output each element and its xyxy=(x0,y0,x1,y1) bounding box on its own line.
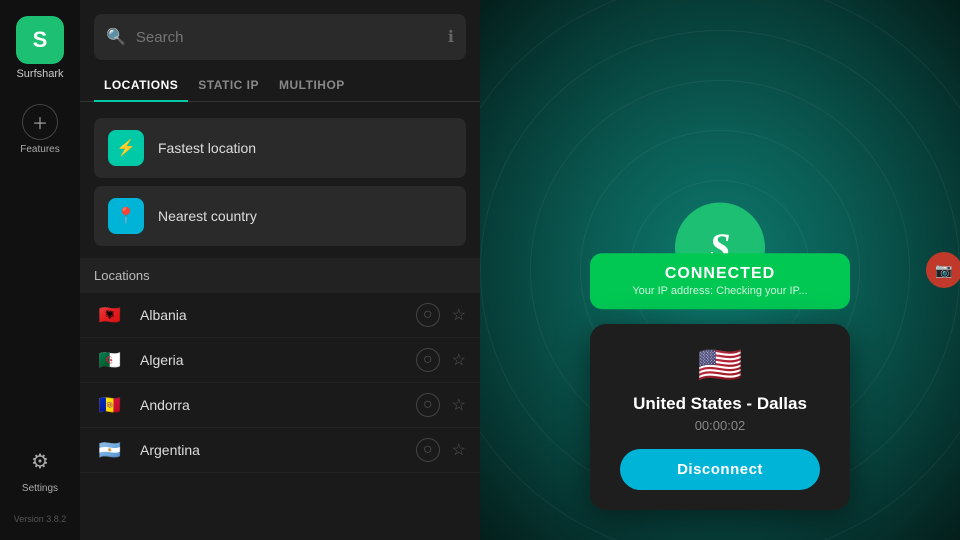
locations-section-header: Locations xyxy=(80,258,480,293)
argentina-actions: ○ ☆ xyxy=(416,438,466,462)
features-label: Features xyxy=(20,144,59,155)
right-panel: S CONNECTED Your IP address: Checking yo… xyxy=(480,0,960,540)
left-panel: 🔍 ℹ LOCATIONS STATIC IP MULTIHOP ⚡ Faste… xyxy=(80,0,480,540)
algeria-flag: 🇩🇿 xyxy=(94,348,126,372)
features-icon: ＋ xyxy=(22,104,58,140)
sidebar-item-settings[interactable]: ⚙ Settings xyxy=(22,443,58,494)
algeria-actions: ○ ☆ xyxy=(416,348,466,372)
settings-label: Settings xyxy=(22,483,58,494)
version-text: Version 3.8.2 xyxy=(14,514,67,524)
argentina-connect-btn[interactable]: ○ xyxy=(416,438,440,462)
andorra-flag: 🇦🇩 xyxy=(94,393,126,417)
search-icon: 🔍 xyxy=(106,27,126,47)
info-icon[interactable]: ℹ xyxy=(448,27,454,47)
andorra-actions: ○ ☆ xyxy=(416,393,466,417)
disconnect-button[interactable]: Disconnect xyxy=(620,449,820,490)
fastest-label: Fastest location xyxy=(158,140,256,156)
albania-name: Albania xyxy=(140,307,416,323)
argentina-name: Argentina xyxy=(140,442,416,458)
connected-sub: Your IP address: Checking your IP... xyxy=(630,285,810,297)
algeria-name: Algeria xyxy=(140,352,416,368)
argentina-flag: 🇦🇷 xyxy=(94,438,126,462)
algeria-connect-btn[interactable]: ○ xyxy=(416,348,440,372)
andorra-connect-btn[interactable]: ○ xyxy=(416,393,440,417)
connection-popup: 🇺🇸 United States - Dallas 00:00:02 Disco… xyxy=(590,324,850,510)
country-list: 🇦🇱 Albania ○ ☆ 🇩🇿 Algeria ○ ☆ 🇦🇩 Andorra… xyxy=(80,293,480,540)
tab-static-ip[interactable]: STATIC IP xyxy=(188,70,269,102)
side-button[interactable]: 📷 xyxy=(926,252,960,288)
search-bar: 🔍 ℹ xyxy=(94,14,466,60)
albania-flag: 🇦🇱 xyxy=(94,303,126,327)
tab-multihop[interactable]: MULTIHOP xyxy=(269,70,355,102)
list-item[interactable]: 🇦🇷 Argentina ○ ☆ xyxy=(80,428,480,473)
albania-star-btn[interactable]: ☆ xyxy=(452,305,466,325)
list-item[interactable]: 🇦🇱 Albania ○ ☆ xyxy=(80,293,480,338)
settings-icon: ⚙ xyxy=(22,443,58,479)
popup-timer: 00:00:02 xyxy=(620,418,820,433)
connected-status: CONNECTED xyxy=(630,265,810,283)
albania-actions: ○ ☆ xyxy=(416,303,466,327)
tab-locations[interactable]: LOCATIONS xyxy=(94,70,188,102)
list-item[interactable]: 🇦🇩 Andorra ○ ☆ xyxy=(80,383,480,428)
argentina-star-btn[interactable]: ☆ xyxy=(452,440,466,460)
andorra-name: Andorra xyxy=(140,397,416,413)
list-item[interactable]: 🇩🇿 Algeria ○ ☆ xyxy=(80,338,480,383)
nearest-icon: 📍 xyxy=(108,198,144,234)
fastest-location-option[interactable]: ⚡ Fastest location xyxy=(94,118,466,178)
sidebar: S Surfshark ＋ Features ⚙ Settings Versio… xyxy=(0,0,80,540)
search-input[interactable] xyxy=(136,29,448,46)
tabs-bar: LOCATIONS STATIC IP MULTIHOP xyxy=(80,70,480,102)
sidebar-settings-section: ⚙ Settings Version 3.8.2 xyxy=(14,443,67,524)
app-logo: S xyxy=(16,16,64,64)
app-name: Surfshark xyxy=(16,68,63,80)
nearest-country-option[interactable]: 📍 Nearest country xyxy=(94,186,466,246)
nearest-label: Nearest country xyxy=(158,208,257,224)
albania-connect-btn[interactable]: ○ xyxy=(416,303,440,327)
connected-banner: CONNECTED Your IP address: Checking your… xyxy=(590,253,850,309)
fastest-icon: ⚡ xyxy=(108,130,144,166)
popup-country: United States - Dallas xyxy=(620,394,820,414)
popup-flag: 🇺🇸 xyxy=(620,344,820,386)
side-btn-icon: 📷 xyxy=(935,262,952,279)
algeria-star-btn[interactable]: ☆ xyxy=(452,350,466,370)
andorra-star-btn[interactable]: ☆ xyxy=(452,395,466,415)
sidebar-item-features[interactable]: ＋ Features xyxy=(20,104,59,155)
